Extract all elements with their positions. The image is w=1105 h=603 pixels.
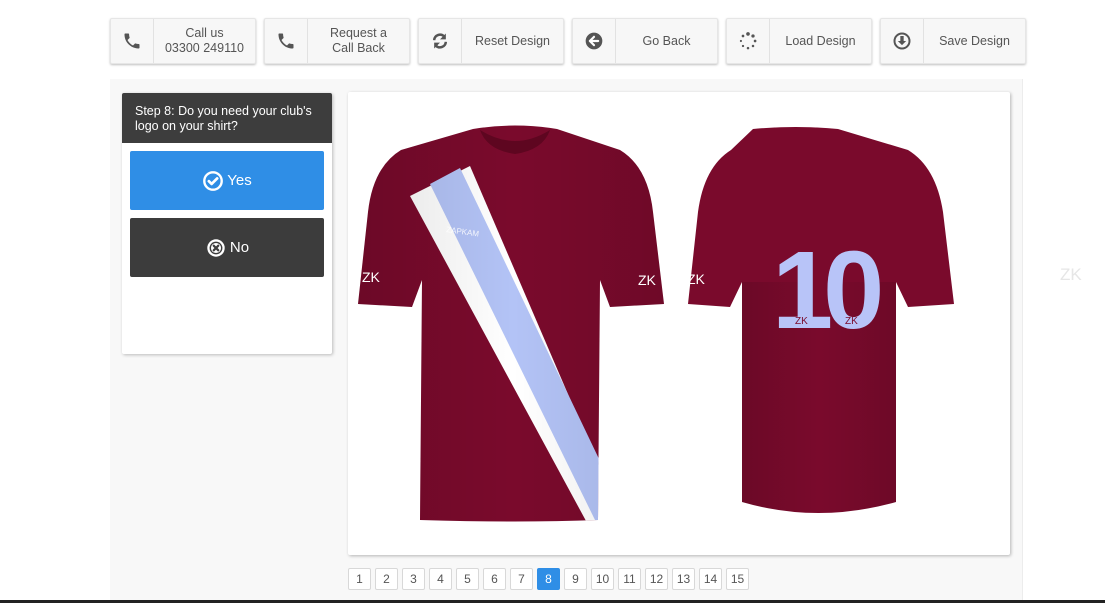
page-button-2[interactable]: 2 <box>375 568 398 590</box>
step-pagination: 1 2 3 4 5 6 7 8 9 10 11 12 13 14 15 <box>348 568 749 590</box>
back-shirt: 10 ZK ZK ZK ZK ZK <box>687 127 1082 513</box>
page-button-6[interactable]: 6 <box>483 568 506 590</box>
save-design-button[interactable]: Save Design <box>880 18 1026 64</box>
load-design-button[interactable]: Load Design <box>726 18 872 64</box>
number-logo-2: ZK <box>845 316 858 327</box>
top-toolbar: Call us 03300 249110 Request a Call Back… <box>110 18 1026 64</box>
right-sleeve-logo: ZK <box>638 272 657 288</box>
go-back-label: Go Back <box>642 33 691 48</box>
page-button-10[interactable]: 10 <box>591 568 614 590</box>
front-shirt: ZAPKAM ZK ZK <box>358 125 664 522</box>
faded-logo: ZK <box>1060 265 1082 284</box>
spinner-icon <box>727 19 770 63</box>
designer-panel: Step 8: Do you need your club's logo on … <box>110 79 1082 603</box>
page-button-1[interactable]: 1 <box>348 568 371 590</box>
yes-label: Yes <box>227 172 252 189</box>
page-button-3[interactable]: 3 <box>402 568 425 590</box>
page-button-5[interactable]: 5 <box>456 568 479 590</box>
call-us-button[interactable]: Call us 03300 249110 <box>110 18 256 64</box>
step-title: Step 8: Do you need your club's logo on … <box>122 93 332 143</box>
shirt-preview-canvas: ZAPKAM ZK ZK 10 ZK ZK ZK ZK ZK <box>358 125 1082 522</box>
x-circle-icon <box>207 238 225 257</box>
go-back-button[interactable]: Go Back <box>572 18 718 64</box>
page-button-4[interactable]: 4 <box>429 568 452 590</box>
save-design-label: Save Design <box>939 33 1010 48</box>
back-number: 10 <box>772 229 880 352</box>
number-logo-1: ZK <box>795 316 808 327</box>
left-sleeve-logo: ZK <box>362 269 381 285</box>
phone-icon <box>111 19 154 63</box>
refresh-icon <box>419 19 462 63</box>
back-right-sleeve-logo: ZK <box>980 272 999 288</box>
arrow-left-circle-icon <box>573 19 616 63</box>
page-button-13[interactable]: 13 <box>672 568 695 590</box>
page-button-14[interactable]: 14 <box>699 568 722 590</box>
back-left-sleeve-logo: ZK <box>687 271 706 287</box>
shirt-preview: ZAPKAM ZK ZK 10 ZK ZK ZK ZK ZK <box>348 92 1082 555</box>
yes-button[interactable]: Yes <box>130 151 324 210</box>
page-button-7[interactable]: 7 <box>510 568 533 590</box>
request-callback-label-1: Request a <box>330 26 387 40</box>
page-button-9[interactable]: 9 <box>564 568 587 590</box>
call-us-label: Call us <box>185 26 224 40</box>
request-callback-button[interactable]: Request a Call Back <box>264 18 410 64</box>
phone-number: 03300 249110 <box>164 41 245 55</box>
no-label: No <box>229 239 250 256</box>
reset-design-button[interactable]: Reset Design <box>418 18 564 64</box>
no-button[interactable]: No <box>130 218 324 277</box>
page-button-15[interactable]: 15 <box>726 568 749 590</box>
check-circle-icon <box>203 170 224 191</box>
step-card: Step 8: Do you need your club's logo on … <box>122 93 332 354</box>
arrow-down-circle-icon <box>881 19 924 63</box>
load-design-label: Load Design <box>785 33 856 48</box>
page-button-11[interactable]: 11 <box>618 568 641 590</box>
page-button-12[interactable]: 12 <box>645 568 668 590</box>
page-button-8[interactable]: 8 <box>537 568 560 590</box>
phone-icon <box>265 19 308 63</box>
reset-design-label: Reset Design <box>474 33 551 48</box>
request-callback-label-2: Call Back <box>332 41 385 55</box>
